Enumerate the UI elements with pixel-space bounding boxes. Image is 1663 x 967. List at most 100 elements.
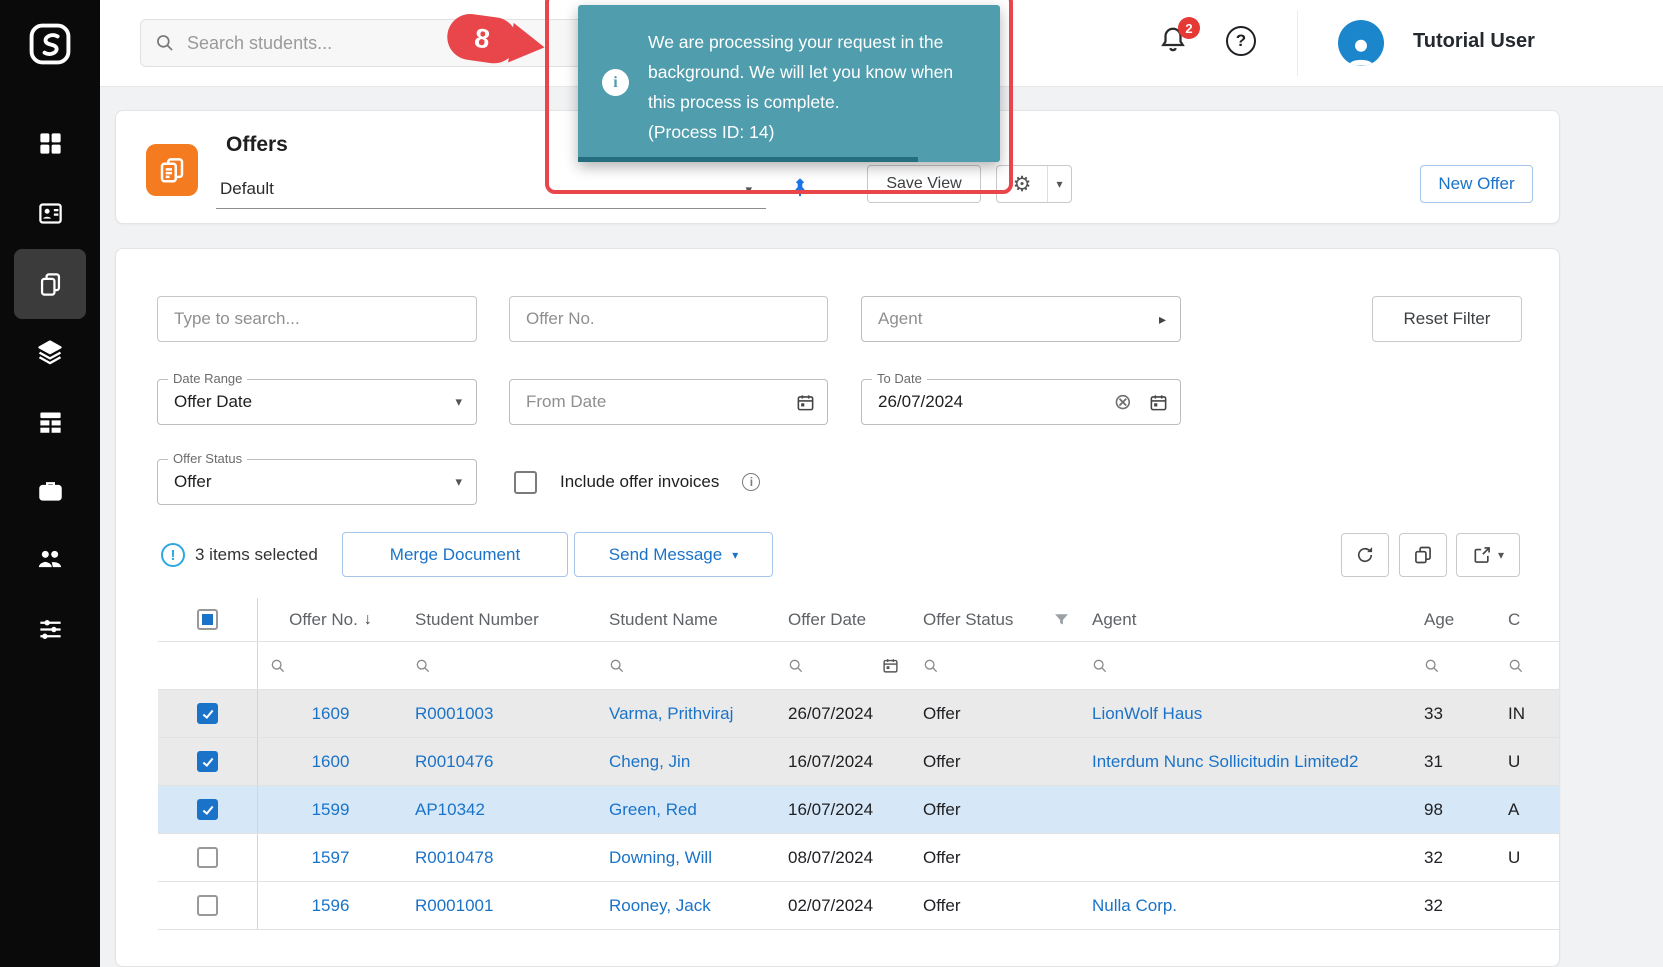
offer-no-link[interactable]: 1599 xyxy=(258,786,403,833)
agent-link[interactable]: LionWolf Haus xyxy=(1080,690,1412,737)
sidebar-item-offers[interactable] xyxy=(0,249,100,319)
offer-no-link[interactable]: 1609 xyxy=(258,690,403,737)
save-view-button[interactable]: Save View xyxy=(867,165,981,203)
agent-link[interactable]: Nulla Corp. xyxy=(1080,882,1412,929)
sidebar-item-services[interactable] xyxy=(0,455,100,525)
offers-list-card: Agent ▸ Reset Filter Date Range Offer Da… xyxy=(115,248,1560,967)
to-date-field[interactable]: To Date 26/07/2024 ⊗ xyxy=(861,379,1181,425)
gear-dropdown-button[interactable]: ▾ xyxy=(1047,166,1071,202)
offer-date-cell: 02/07/2024 xyxy=(776,882,911,929)
student-name-link[interactable]: Varma, Prithviraj xyxy=(597,690,776,737)
student-name-link[interactable]: Downing, Will xyxy=(597,834,776,881)
export-button[interactable]: ▾ xyxy=(1456,533,1520,577)
filter-offer-date[interactable] xyxy=(776,642,911,689)
filter-student-number[interactable] xyxy=(403,642,597,689)
row-checkbox[interactable] xyxy=(197,895,218,916)
view-selector[interactable]: Default ▾ xyxy=(216,173,766,209)
agent-link[interactable] xyxy=(1080,834,1412,881)
send-message-button[interactable]: Send Message ▾ xyxy=(574,532,773,577)
student-number-link[interactable]: R0001001 xyxy=(403,882,597,929)
help-button[interactable]: ? xyxy=(1226,26,1256,56)
filter-funnel-icon[interactable] xyxy=(1053,611,1070,628)
table-row[interactable]: 1597 R0010478 Downing, Will 08/07/2024 O… xyxy=(158,834,1560,882)
to-date-label: To Date xyxy=(872,371,927,386)
age-cell: 98 xyxy=(1412,786,1496,833)
clear-icon[interactable]: ⊗ xyxy=(1114,391,1132,413)
info-icon: i xyxy=(742,473,760,491)
text-search-input[interactable] xyxy=(157,296,477,342)
new-offer-button[interactable]: New Offer xyxy=(1420,165,1533,203)
student-number-link[interactable]: AP10342 xyxy=(403,786,597,833)
from-date-field[interactable]: From Date xyxy=(509,379,828,425)
student-name-link[interactable]: Green, Red xyxy=(597,786,776,833)
table-row[interactable]: 1596 R0001001 Rooney, Jack 02/07/2024 Of… xyxy=(158,882,1560,930)
offer-no-input[interactable] xyxy=(509,296,828,342)
column-header-country[interactable]: C xyxy=(1496,598,1560,641)
gear-button[interactable]: ⚙ xyxy=(997,166,1047,202)
sidebar-item-education[interactable] xyxy=(0,317,100,387)
send-message-label: Send Message xyxy=(609,545,722,565)
offer-date-cell: 16/07/2024 xyxy=(776,786,911,833)
user-name: Tutorial User xyxy=(1413,30,1535,53)
student-number-link[interactable]: R0010476 xyxy=(403,738,597,785)
filter-age[interactable] xyxy=(1412,642,1496,689)
include-invoices-checkbox[interactable] xyxy=(514,471,537,494)
filter-country[interactable] xyxy=(1496,642,1560,689)
table-filter-row xyxy=(158,642,1560,690)
chevron-down-icon: ▾ xyxy=(1056,177,1062,191)
notifications-button[interactable]: 2 xyxy=(1158,25,1192,59)
sidebar-item-dashboard[interactable] xyxy=(0,108,100,178)
column-header-offer-no[interactable]: Offer No. ↓ xyxy=(258,598,403,641)
date-range-select[interactable]: Date Range Offer Date ▾ xyxy=(157,379,477,425)
column-header-age[interactable]: Age xyxy=(1412,598,1496,641)
row-checkbox[interactable] xyxy=(197,847,218,868)
row-checkbox[interactable] xyxy=(197,799,218,820)
table-header-row: Offer No. ↓ Student Number Student Name … xyxy=(158,598,1560,642)
reset-filter-button[interactable]: Reset Filter xyxy=(1372,296,1522,342)
column-header-offer-date[interactable]: Offer Date xyxy=(776,598,911,641)
toast-notification[interactable]: i We are processing your request in the … xyxy=(578,5,1000,162)
app-logo[interactable] xyxy=(0,0,100,87)
student-name-link[interactable]: Rooney, Jack xyxy=(597,882,776,929)
row-checkbox[interactable] xyxy=(197,703,218,724)
filter-offer-status[interactable] xyxy=(911,642,1080,689)
agent-link[interactable]: Interdum Nunc Sollicitudin Limited2 xyxy=(1080,738,1412,785)
sidebar-item-tables[interactable] xyxy=(0,386,100,456)
refresh-button[interactable] xyxy=(1341,533,1389,577)
column-header-student-number[interactable]: Student Number xyxy=(403,598,597,641)
table-row[interactable]: 1600 R0010476 Cheng, Jin 16/07/2024 Offe… xyxy=(158,738,1560,786)
filter-student-name[interactable] xyxy=(597,642,776,689)
calendar-icon[interactable] xyxy=(1149,393,1168,412)
user-avatar[interactable] xyxy=(1338,20,1384,66)
agent-link[interactable] xyxy=(1080,786,1412,833)
column-header-agent[interactable]: Agent xyxy=(1080,598,1412,641)
sidebar-item-settings[interactable] xyxy=(0,594,100,664)
offer-no-link[interactable]: 1597 xyxy=(258,834,403,881)
agent-filter[interactable]: Agent ▸ xyxy=(861,296,1181,342)
student-name-link[interactable]: Cheng, Jin xyxy=(597,738,776,785)
table-row[interactable]: 1599 AP10342 Green, Red 16/07/2024 Offer… xyxy=(158,786,1560,834)
offers-icon xyxy=(146,144,198,196)
filter-offer-no[interactable] xyxy=(258,642,403,689)
offer-no-link[interactable]: 1600 xyxy=(258,738,403,785)
gear-icon: ⚙ xyxy=(1013,172,1032,197)
pin-view-button[interactable] xyxy=(782,169,818,205)
calendar-icon[interactable] xyxy=(882,657,899,674)
sidebar-item-contacts[interactable] xyxy=(0,178,100,248)
sidebar-item-agents[interactable] xyxy=(0,524,100,594)
student-number-link[interactable]: R0010478 xyxy=(403,834,597,881)
chevron-down-icon: ▾ xyxy=(745,182,752,198)
calendar-icon[interactable] xyxy=(796,393,815,412)
column-header-student-name[interactable]: Student Name xyxy=(597,598,776,641)
column-header-offer-status[interactable]: Offer Status xyxy=(911,598,1080,641)
student-number-link[interactable]: R0001003 xyxy=(403,690,597,737)
table-row[interactable]: 1609 R0001003 Varma, Prithviraj 26/07/20… xyxy=(158,690,1560,738)
select-all-checkbox[interactable] xyxy=(197,609,218,630)
row-checkbox[interactable] xyxy=(197,751,218,772)
offer-no-link[interactable]: 1596 xyxy=(258,882,403,929)
age-cell: 33 xyxy=(1412,690,1496,737)
offer-status-select[interactable]: Offer Status Offer ▾ xyxy=(157,459,477,505)
filter-agent[interactable] xyxy=(1080,642,1412,689)
copy-button[interactable] xyxy=(1399,533,1447,577)
merge-document-button[interactable]: Merge Document xyxy=(342,532,568,577)
